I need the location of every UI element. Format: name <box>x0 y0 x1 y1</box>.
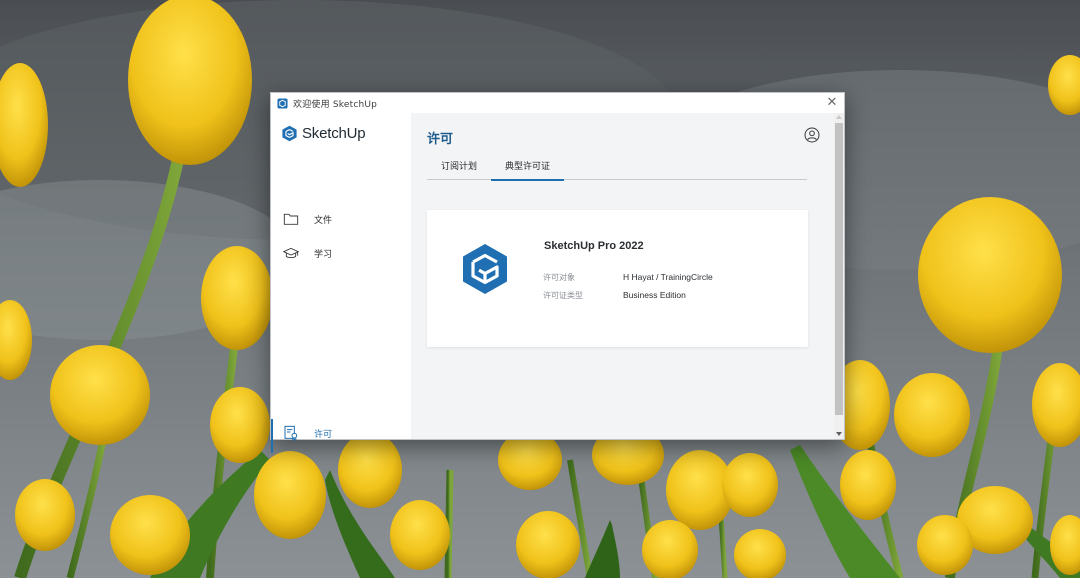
tab-subscription-plan[interactable]: 订阅计划 <box>427 159 491 180</box>
sketchup-app-icon <box>277 97 288 109</box>
licensee-label: 许可对象 <box>543 273 575 282</box>
sidebar-item-label: 文件 <box>314 215 333 226</box>
sidebar-item-files[interactable]: 文件 <box>271 205 411 233</box>
sidebar: SketchUp 文件 学习 许可 <box>271 113 411 453</box>
brand-name: SketchUp <box>302 125 366 142</box>
account-icon[interactable] <box>804 127 820 143</box>
page-title: 许可 <box>427 132 454 147</box>
licensee-value: H Hayat / TrainingCircle <box>623 272 713 282</box>
license-type-value: Business Edition <box>623 290 686 300</box>
license-icon <box>284 425 298 441</box>
sketchup-logo-icon <box>282 125 297 142</box>
folder-icon <box>283 213 299 225</box>
license-card: SketchUp Pro 2022 许可对象 H Hayat / Trainin… <box>427 210 808 347</box>
graduation-cap-icon <box>283 247 299 259</box>
sketchup-logo: SketchUp <box>281 125 366 142</box>
licensee-row: 许可对象 H Hayat / TrainingCircle <box>543 272 713 283</box>
license-type-label: 许可证类型 <box>543 291 583 300</box>
sidebar-item-license[interactable]: 许可 <box>271 419 411 453</box>
scroll-up-arrow-icon[interactable] <box>836 115 842 119</box>
sketchup-product-icon <box>463 244 507 294</box>
scrollbar-thumb[interactable] <box>835 123 843 415</box>
main-content: 许可 订阅计划 典型许可证 SketchUp Pro 2022 许可对象 H H… <box>411 113 834 439</box>
tab-classic-license[interactable]: 典型许可证 <box>491 159 565 181</box>
window-titlebar[interactable]: 欢迎使用 SketchUp ✕ <box>271 93 844 113</box>
close-icon[interactable]: ✕ <box>825 96 839 110</box>
product-name: SketchUp Pro 2022 <box>544 240 644 252</box>
license-type-row: 许可证类型 Business Edition <box>543 290 686 301</box>
scroll-down-arrow-icon[interactable] <box>836 432 842 436</box>
license-tabs: 订阅计划 典型许可证 <box>427 159 807 181</box>
vertical-scrollbar[interactable] <box>834 113 844 439</box>
sidebar-item-label: 学习 <box>314 249 333 260</box>
sidebar-item-label: 许可 <box>314 429 333 440</box>
sketchup-welcome-window: 欢迎使用 SketchUp ✕ SketchUp 文件 学习 许可 许可 订阅计… <box>270 92 845 453</box>
window-title: 欢迎使用 SketchUp <box>293 99 378 110</box>
sidebar-item-learn[interactable]: 学习 <box>271 239 411 267</box>
